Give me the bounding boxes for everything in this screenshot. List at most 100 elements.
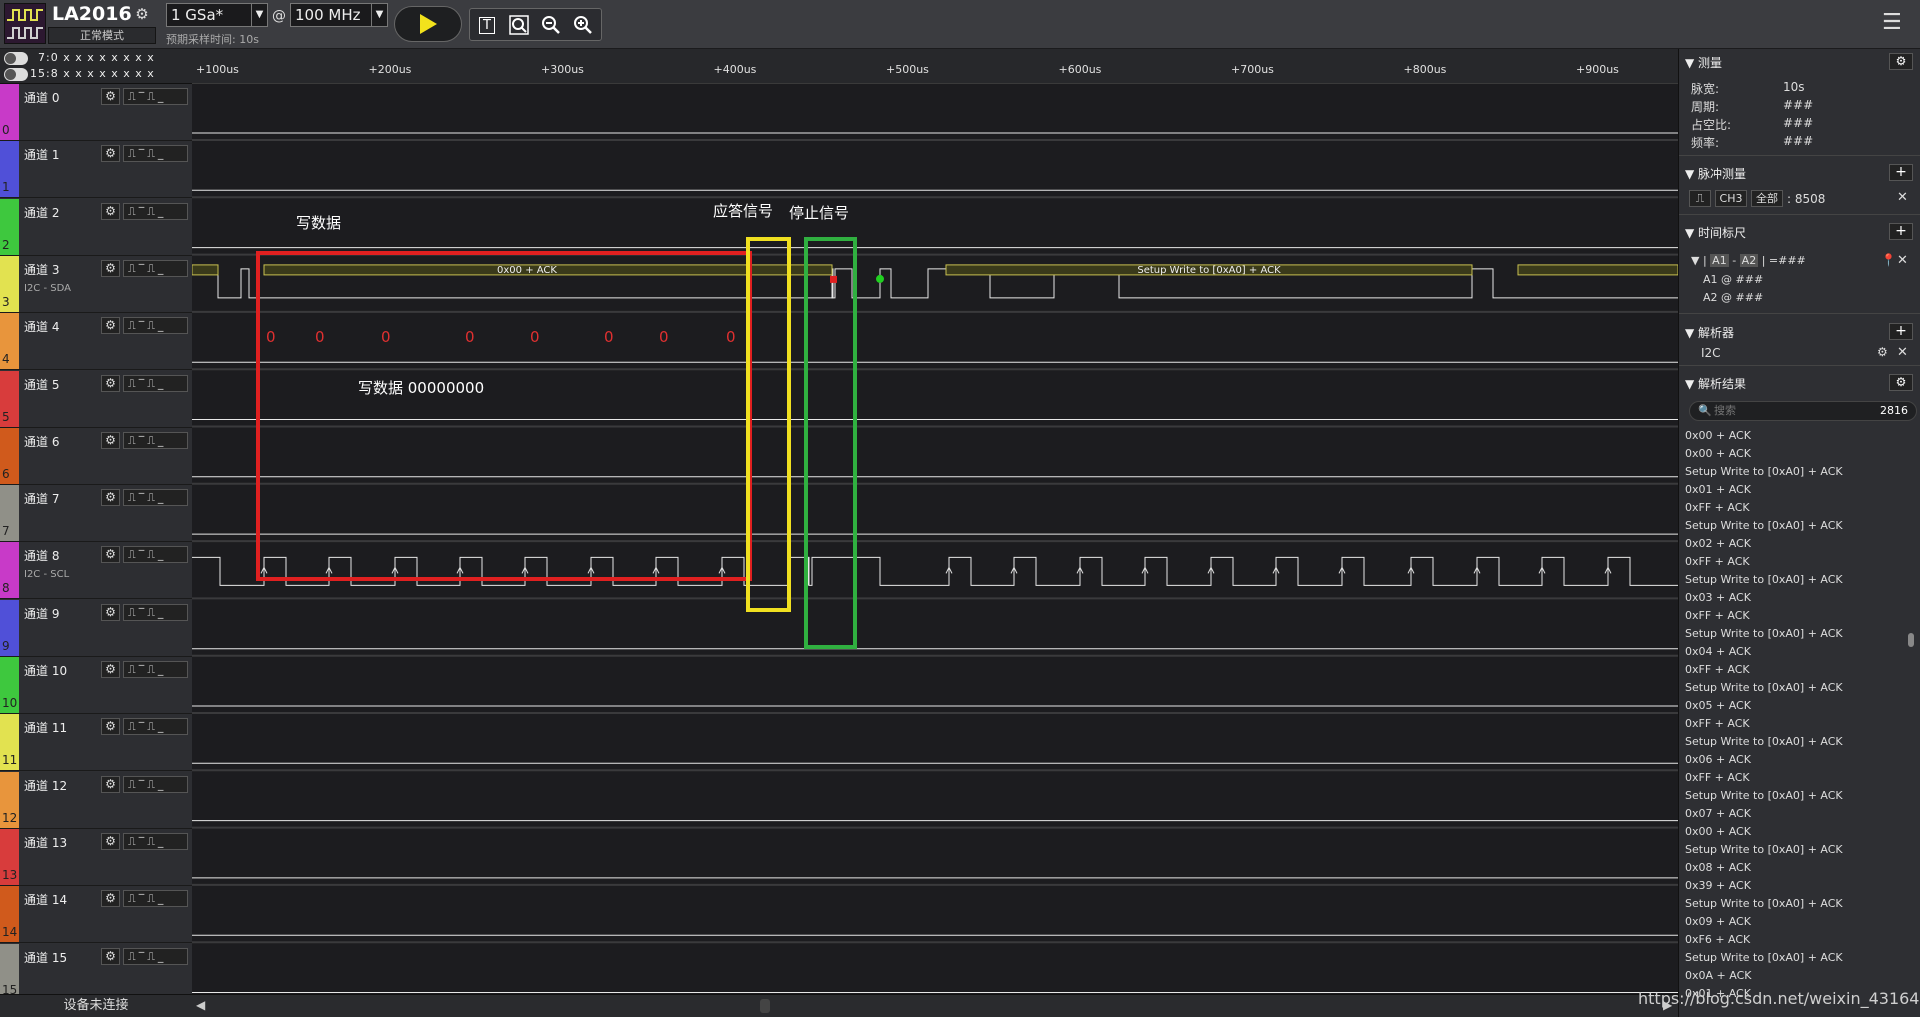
result-item[interactable]: 0xFF + ACK xyxy=(1685,715,1913,733)
channel-row[interactable]: 12 通道 12 ⚙ ⎍‾⎍_ xyxy=(0,771,192,829)
channel-settings-gear-icon[interactable]: ⚙ xyxy=(101,489,120,507)
result-item[interactable]: 0x08 + ACK xyxy=(1685,859,1913,877)
result-item[interactable]: Setup Write to [0xA0] + ACK xyxy=(1685,895,1913,913)
group-toggle-7-0[interactable] xyxy=(4,52,28,65)
scrollbar-thumb[interactable] xyxy=(760,999,770,1013)
search-input[interactable] xyxy=(1714,403,1864,419)
channel-trigger-icons[interactable]: ⎍‾⎍_ xyxy=(123,775,188,793)
horizontal-scrollbar[interactable]: ◀ ▶ xyxy=(192,994,1678,1017)
zoom-in-icon[interactable] xyxy=(570,13,596,37)
channel-settings-gear-icon[interactable]: ⚙ xyxy=(101,718,120,736)
waveform-area[interactable]: +100us +200us +300us +400us +500us +600us +700… xyxy=(192,49,1678,994)
channel-trigger-icons[interactable]: ⎍‾⎍_ xyxy=(123,317,188,335)
channel-row[interactable]: 9 通道 9 ⚙ ⎍‾⎍_ xyxy=(0,599,192,657)
channel-trigger-icons[interactable]: ⎍‾⎍_ xyxy=(123,202,188,220)
result-item[interactable]: 0xF6 + ACK xyxy=(1685,931,1913,949)
channel-trigger-icons[interactable]: ⎍‾⎍_ xyxy=(123,546,188,564)
result-item[interactable]: 0x04 + ACK xyxy=(1685,643,1913,661)
close-icon[interactable]: ✕ xyxy=(1897,345,1908,360)
channel-trigger-icons[interactable]: ⎍‾⎍_ xyxy=(123,374,188,392)
cursor-a2-tag[interactable]: A2 xyxy=(1739,254,1759,267)
result-item[interactable]: Setup Write to [0xA0] + ACK xyxy=(1685,787,1913,805)
results-list[interactable]: 0x00 + ACK 0x00 + ACK Setup Write to [0xA0… xyxy=(1685,427,1913,1003)
parser-section-header[interactable]: ▼ 解析器 xyxy=(1685,324,1734,341)
channel-trigger-icons[interactable]: ⎍‾⎍_ xyxy=(123,603,188,621)
sample-rate-select[interactable]: 1 GSa* ▼ xyxy=(166,3,268,27)
results-section-header[interactable]: ▼ 解析结果 xyxy=(1685,375,1746,392)
channel-settings-gear-icon[interactable]: ⚙ xyxy=(101,145,120,163)
measure-section-header[interactable]: ▼ 测量 xyxy=(1685,54,1722,71)
results-settings-gear-icon[interactable]: ⚙ xyxy=(1889,374,1913,391)
channel-settings-gear-icon[interactable]: ⚙ xyxy=(101,374,120,392)
channel-trigger-icons[interactable]: ⎍‾⎍_ xyxy=(123,661,188,678)
parser-item[interactable]: I2C xyxy=(1701,346,1721,360)
channel-settings-gear-icon[interactable]: ⚙ xyxy=(101,661,120,678)
result-item[interactable]: Setup Write to [0xA0] + ACK xyxy=(1685,517,1913,535)
channel-row[interactable]: 5 通道 5 ⚙ ⎍‾⎍_ xyxy=(0,370,192,428)
result-item[interactable]: 0x06 + ACK xyxy=(1685,751,1913,769)
pulse-range-select[interactable]: 全部 xyxy=(1751,190,1783,207)
add-cursor-button[interactable]: + xyxy=(1889,223,1913,240)
group-toggle-15-8[interactable] xyxy=(4,68,28,81)
channel-settings-gear-icon[interactable]: ⚙ xyxy=(101,259,120,277)
channel-row[interactable]: 3 通道 3 I2C - SDA ⚙ ⎍‾⎍_ xyxy=(0,255,192,313)
channel-trigger-icons[interactable]: ⎍‾⎍_ xyxy=(123,88,188,105)
zoom-fit-icon[interactable] xyxy=(506,13,532,37)
result-item[interactable]: 0x00 + ACK xyxy=(1685,445,1913,463)
channel-trigger-icons[interactable]: ⎍‾⎍_ xyxy=(123,890,188,908)
result-item[interactable]: 0xFF + ACK xyxy=(1685,499,1913,517)
channel-trigger-icons[interactable]: ⎍‾⎍_ xyxy=(123,832,188,850)
add-parser-button[interactable]: + xyxy=(1889,323,1913,340)
time-ruler[interactable]: +100us +200us +300us +400us +500us +600us +700… xyxy=(192,49,1678,84)
result-item[interactable]: Setup Write to [0xA0] + ACK xyxy=(1685,463,1913,481)
results-scrollbar[interactable] xyxy=(1908,633,1914,647)
channel-settings-gear-icon[interactable]: ⚙ xyxy=(101,603,120,621)
channel-settings-gear-icon[interactable]: ⚙ xyxy=(101,947,120,965)
channel-row[interactable]: 6 通道 6 ⚙ ⎍‾⎍_ xyxy=(0,427,192,485)
add-pulse-button[interactable]: + xyxy=(1889,164,1913,181)
device-settings-gear-icon[interactable]: ⚙ xyxy=(132,4,152,24)
scroll-left-icon[interactable]: ◀ xyxy=(196,998,205,1012)
result-item[interactable]: 0x05 + ACK xyxy=(1685,697,1913,715)
channel-row[interactable]: 14 通道 14 ⚙ ⎍‾⎍_ xyxy=(0,886,192,944)
result-item[interactable]: 0x39 + ACK xyxy=(1685,877,1913,895)
measure-settings-gear-icon[interactable]: ⚙ xyxy=(1889,53,1913,70)
close-icon[interactable]: ✕ xyxy=(1897,190,1908,205)
result-item[interactable]: 0x07 + ACK xyxy=(1685,805,1913,823)
parser-settings-gear-icon[interactable]: ⚙ xyxy=(1877,345,1888,359)
result-item[interactable]: Setup Write to [0xA0] + ACK xyxy=(1685,949,1913,967)
result-item[interactable]: Setup Write to [0xA0] + ACK xyxy=(1685,571,1913,589)
result-item[interactable]: 0x02 + ACK xyxy=(1685,535,1913,553)
channel-row[interactable]: 8 通道 8 I2C - SCL ⚙ ⎍‾⎍_ xyxy=(0,542,192,600)
channel-row[interactable]: 0 通道 0 ⚙ ⎍‾⎍_ xyxy=(0,84,192,141)
result-item[interactable]: 0xFF + ACK xyxy=(1685,769,1913,787)
channel-settings-gear-icon[interactable]: ⚙ xyxy=(101,775,120,793)
channel-trigger-icons[interactable]: ⎍‾⎍_ xyxy=(123,947,188,965)
channel-row[interactable]: 10 通道 10 ⚙ ⎍‾⎍_ xyxy=(0,657,192,714)
channel-settings-gear-icon[interactable]: ⚙ xyxy=(101,546,120,564)
result-item[interactable]: 0x09 + ACK xyxy=(1685,913,1913,931)
result-item[interactable]: Setup Write to [0xA0] + ACK xyxy=(1685,733,1913,751)
channel-row[interactable]: 13 通道 13 ⚙ ⎍‾⎍_ xyxy=(0,828,192,886)
result-item[interactable]: 0xFF + ACK xyxy=(1685,661,1913,679)
channel-row[interactable]: 4 通道 4 ⚙ ⎍‾⎍_ xyxy=(0,313,192,371)
channel-row[interactable]: 7 通道 7 ⚙ ⎍‾⎍_ xyxy=(0,485,192,543)
channel-row[interactable]: 11 通道 11 ⚙ ⎍‾⎍_ xyxy=(0,714,192,772)
frequency-select[interactable]: 100 MHz ▼ xyxy=(290,3,388,27)
result-item[interactable]: 0xFF + ACK xyxy=(1685,607,1913,625)
channel-trigger-icons[interactable]: ⎍‾⎍_ xyxy=(123,489,188,507)
channel-settings-gear-icon[interactable]: ⚙ xyxy=(101,317,120,335)
result-item[interactable]: Setup Write to [0xA0] + ACK xyxy=(1685,679,1913,697)
result-item[interactable]: 0x03 + ACK xyxy=(1685,589,1913,607)
result-item[interactable]: 0x00 + ACK xyxy=(1685,427,1913,445)
channel-row[interactable]: 2 通道 2 ⚙ ⎍‾⎍_ xyxy=(0,198,192,256)
channel-settings-gear-icon[interactable]: ⚙ xyxy=(101,431,120,449)
result-item[interactable]: Setup Write to [0xA0] + ACK xyxy=(1685,625,1913,643)
pulse-section-header[interactable]: ▼ 脉冲测量 xyxy=(1685,165,1746,182)
start-capture-button[interactable] xyxy=(394,6,462,42)
result-item[interactable]: 0xFF + ACK xyxy=(1685,553,1913,571)
zoom-out-icon[interactable] xyxy=(538,13,564,37)
result-item[interactable]: 0x00 + ACK xyxy=(1685,823,1913,841)
channel-trigger-icons[interactable]: ⎍‾⎍_ xyxy=(123,259,188,277)
result-item[interactable]: 0x01 + ACK xyxy=(1685,481,1913,499)
